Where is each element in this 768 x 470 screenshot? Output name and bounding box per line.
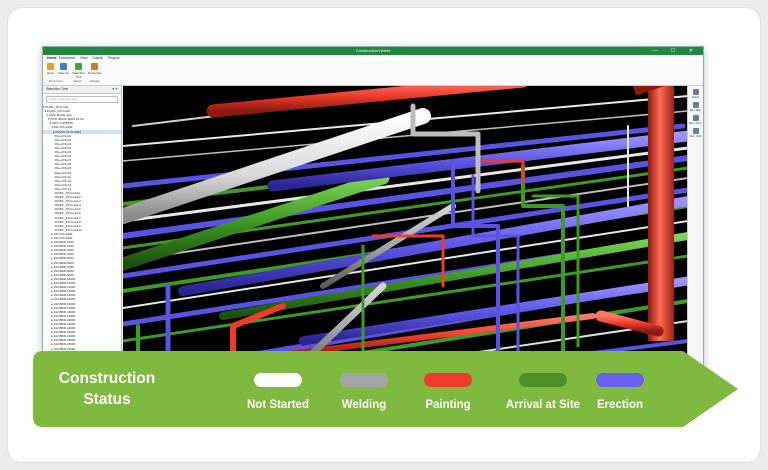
zoom-icon — [692, 115, 699, 121]
3d-viewport[interactable] — [123, 86, 688, 372]
orbit-icon — [692, 128, 699, 134]
legend-item-not-started: Not Started — [238, 373, 318, 411]
piping-model-render — [123, 86, 688, 372]
swatch-erection — [596, 373, 644, 387]
rec-zoom-button[interactable]: Rec. Zoom — [689, 115, 702, 125]
legend-item-erection: Erection — [580, 373, 660, 411]
ribbon: Open Save As Selection Tree Properties D… — [43, 61, 703, 86]
legend-item-painting: Painting — [408, 373, 488, 411]
window-title: ConstructionViewer — [355, 48, 391, 53]
folder-icon — [47, 63, 54, 70]
title-bar: ConstructionViewer — ☐ ✕ — [43, 47, 703, 55]
group-select: Select — [73, 79, 82, 83]
properties-button[interactable]: Properties — [88, 63, 102, 75]
right-toolbar: Select Rec. Plan Rec. Zoom Rec. Orbit — [687, 86, 703, 372]
plan-icon — [692, 102, 699, 108]
selection-tree-button[interactable]: Selection Tree — [72, 63, 85, 79]
rec-plan-button[interactable]: Rec. Plan — [689, 102, 702, 112]
close-icon[interactable]: ▾ ✕ — [112, 86, 118, 93]
save-icon — [60, 63, 67, 70]
tree-icon — [75, 63, 82, 70]
save-as-button[interactable]: Save As — [57, 63, 70, 75]
swatch-not-started — [254, 373, 302, 387]
group-document: Document — [49, 79, 63, 83]
app-window: ConstructionViewer — ☐ ✕ Home Document V… — [42, 46, 704, 373]
open-button[interactable]: Open — [44, 63, 57, 75]
properties-icon — [91, 63, 98, 70]
rec-orbit-button[interactable]: Rec. Orbit — [689, 128, 702, 138]
tree-search-input[interactable]: Search selection tree — [46, 96, 118, 103]
selection-tree-header: Selection Tree ▾ ✕ — [43, 86, 121, 94]
selection-tree-panel: Selection Tree ▾ ✕ Search selection tree… — [43, 86, 122, 372]
legend-title: Construction Status — [58, 370, 156, 408]
swatch-painting — [424, 373, 472, 387]
window-controls[interactable]: — ☐ ✕ — [653, 47, 699, 55]
tree-node-list: ▾ PL2PL_PLN.nwd ▾ PL2PL_PLN.nwd ▾ CIVIL … — [43, 105, 121, 355]
group-display: Display — [90, 79, 100, 83]
construction-status-legend: Construction Status Not Started Welding … — [33, 351, 739, 427]
swatch-arrival-at-site — [519, 373, 567, 387]
swatch-welding — [340, 373, 388, 387]
cursor-icon — [692, 89, 699, 95]
select-tool-button[interactable]: Select — [689, 89, 702, 99]
legend-item-welding: Welding — [324, 373, 404, 411]
